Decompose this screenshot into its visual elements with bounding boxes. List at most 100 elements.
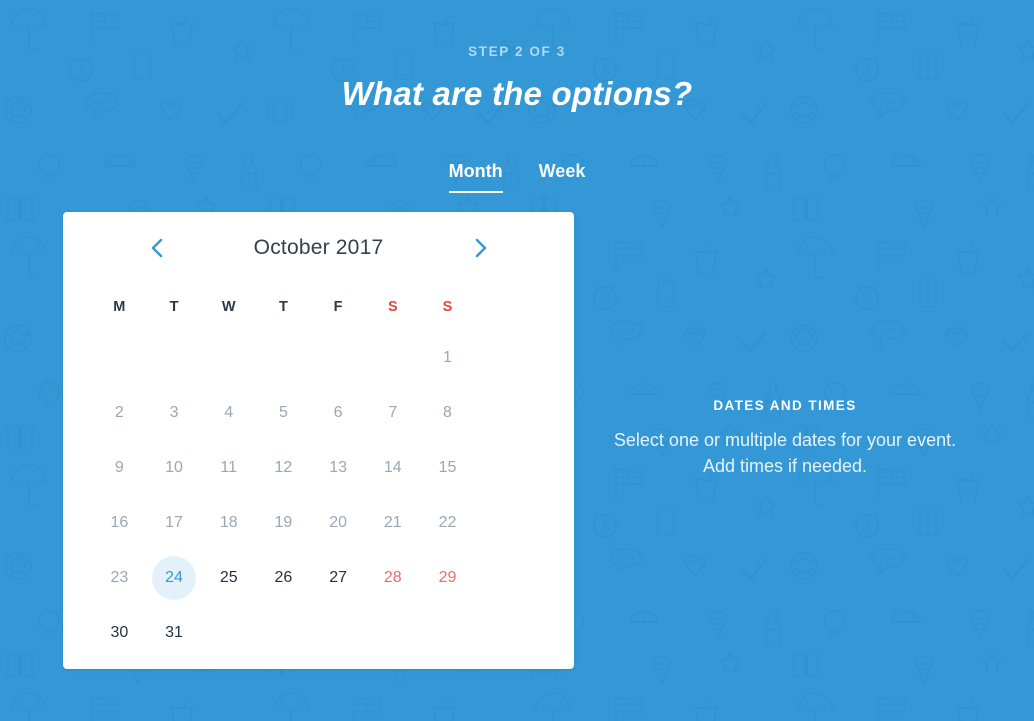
- calendar-day[interactable]: 27: [311, 550, 366, 605]
- calendar-day-label: [425, 611, 469, 655]
- view-mode-tabs: Month Week: [0, 161, 1034, 193]
- calendar-day-empty: [201, 605, 256, 660]
- calendar-day: 12: [256, 440, 311, 495]
- calendar-day[interactable]: 29: [420, 550, 475, 605]
- calendar-day-empty: [92, 330, 147, 385]
- calendar-day-label: [316, 336, 360, 380]
- calendar-day-label: 21: [383, 513, 402, 531]
- calendar-day: 6: [311, 385, 366, 440]
- calendar-day-label: 16: [110, 513, 129, 531]
- calendar-day-label: 31: [165, 623, 183, 641]
- calendar-day-label: 5: [278, 403, 288, 421]
- calendar-day-label: [97, 336, 141, 380]
- info-panel-description: Select one or multiple dates for your ev…: [613, 430, 957, 477]
- next-month-button[interactable]: [464, 231, 498, 265]
- calendar-day-label: 1: [443, 348, 452, 366]
- calendar-day-label: [207, 611, 251, 655]
- calendar-day-label: [371, 336, 415, 380]
- calendar-day: 8: [420, 385, 475, 440]
- page-header: STEP 2 OF 3 What are the options?: [0, 0, 1034, 113]
- calendar-day-label: 6: [333, 403, 343, 421]
- calendar-day-label: [152, 336, 196, 380]
- calendar-week-row: 9 10 11 12 13 14 15: [92, 440, 545, 495]
- calendar-day: 1: [420, 330, 475, 385]
- previous-month-button[interactable]: [139, 231, 173, 265]
- calendar-day: 11: [201, 440, 256, 495]
- calendar-day-label: 29: [438, 568, 457, 586]
- calendar-week-row: 30 31: [92, 605, 545, 660]
- calendar-day-empty: [147, 330, 202, 385]
- weekday-header: F: [333, 299, 343, 315]
- calendar-day-empty: [311, 330, 366, 385]
- calendar-day[interactable]: 30: [92, 605, 147, 660]
- calendar-day: 14: [365, 440, 420, 495]
- calendar-day-label: 22: [438, 513, 457, 531]
- calendar-week-row: 1: [92, 330, 545, 385]
- calendar-day: 21: [365, 495, 420, 550]
- calendar-day: 15: [420, 440, 475, 495]
- calendar-day: 10: [147, 440, 202, 495]
- calendar-day[interactable]: 28: [365, 550, 420, 605]
- calendar-day-empty: [365, 330, 420, 385]
- calendar-day: 3: [147, 385, 202, 440]
- calendar-day: 5: [256, 385, 311, 440]
- calendar-day-label: [261, 336, 305, 380]
- weekday-header-row: MTWTFSS: [92, 284, 545, 330]
- step-indicator: STEP 2 OF 3: [468, 44, 566, 59]
- calendar-day[interactable]: 25: [201, 550, 256, 605]
- calendar-day: 20: [311, 495, 366, 550]
- weekday-header: W: [221, 299, 236, 315]
- calendar-weeks: 1 2 3 4 5 6 7 8 9 10 11 12 13 14 15 16 17 18 19 20 21 22 23 24 2…: [92, 330, 545, 660]
- calendar-day: 7: [365, 385, 420, 440]
- calendar-day: 16: [92, 495, 147, 550]
- weekday-header: T: [169, 299, 179, 315]
- calendar-grid: MTWTFSS 1 2 3 4 5 6 7 8 9 10 11 12 13 14 15 16 17 18 19 20 2…: [63, 284, 574, 660]
- calendar-month-title: October 2017: [253, 236, 384, 259]
- calendar-day-empty: [256, 605, 311, 660]
- calendar-day-label: 19: [274, 513, 293, 531]
- calendar-day: 13: [311, 440, 366, 495]
- calendar-day-label: 30: [110, 623, 129, 641]
- calendar-day-label: [371, 611, 415, 655]
- calendar-day-label: [261, 611, 305, 655]
- calendar-day: 18: [201, 495, 256, 550]
- calendar-week-row: 16 17 18 19 20 21 22: [92, 495, 545, 550]
- calendar-day[interactable]: 26: [256, 550, 311, 605]
- tab-week[interactable]: Week: [539, 161, 586, 191]
- chevron-left-icon: [151, 238, 162, 258]
- calendar-day-label: 18: [219, 513, 238, 531]
- calendar-day-label: 12: [274, 458, 293, 476]
- calendar-day-label: 17: [165, 513, 183, 531]
- calendar-day-label: [316, 611, 360, 655]
- info-panel-title: DATES AND TIMES: [713, 398, 857, 413]
- calendar-day-label: 25: [219, 568, 238, 586]
- calendar-day-label: 20: [329, 513, 347, 531]
- calendar-day-label: 15: [438, 458, 457, 476]
- calendar-day-label: 8: [443, 403, 452, 421]
- calendar-day-label: 24: [152, 555, 197, 600]
- calendar-day-empty: [365, 605, 420, 660]
- calendar-day: 4: [201, 385, 256, 440]
- calendar-header: October 2017: [63, 212, 574, 284]
- calendar-day-label: 11: [220, 458, 238, 476]
- info-panel: DATES AND TIMES Select one or multiple d…: [604, 398, 966, 479]
- chevron-right-icon: [475, 238, 486, 258]
- calendar-day-label: 4: [224, 403, 234, 421]
- tab-month[interactable]: Month: [448, 161, 503, 193]
- calendar-week-row: 23 24 25 26 27 28 29: [92, 550, 545, 605]
- calendar-day-empty: [311, 605, 366, 660]
- calendar-day[interactable]: 24: [147, 550, 202, 605]
- calendar-day-label: 2: [114, 403, 124, 421]
- calendar-day[interactable]: 31: [147, 605, 202, 660]
- calendar-day-empty: [256, 330, 311, 385]
- calendar-day-label: 23: [110, 568, 129, 586]
- calendar-day-empty: [201, 330, 256, 385]
- calendar-day: 23: [92, 550, 147, 605]
- calendar-day: 9: [92, 440, 147, 495]
- calendar-day-label: 10: [165, 458, 183, 476]
- weekday-header: M: [113, 299, 126, 315]
- calendar-day-label: 13: [329, 458, 347, 476]
- calendar-day-label: 27: [329, 568, 347, 586]
- weekday-header: S: [387, 299, 398, 315]
- calendar-day-label: 14: [383, 458, 402, 476]
